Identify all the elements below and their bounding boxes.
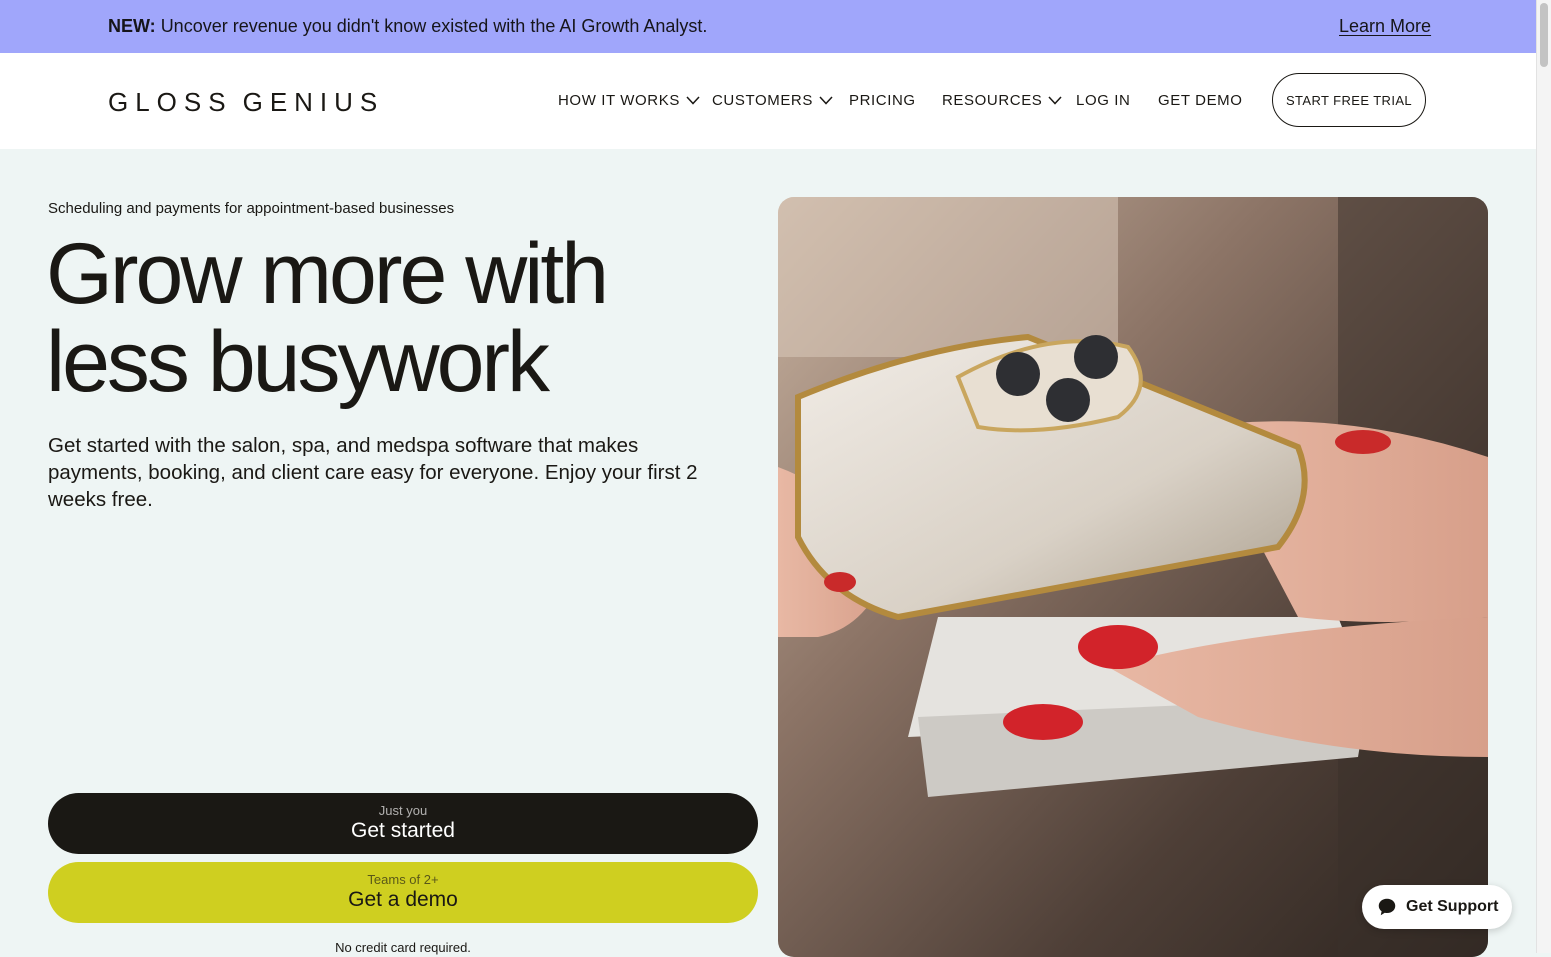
- learn-more-link[interactable]: Learn More: [1339, 16, 1431, 37]
- get-support-button[interactable]: Get Support: [1362, 885, 1512, 929]
- get-a-demo-caption: Teams of 2+: [367, 872, 439, 887]
- chat-bubble-icon: [1378, 898, 1396, 916]
- nav-customers-label: CUSTOMERS: [712, 92, 813, 109]
- top-navigation: GLOSS GENIUS HOW IT WORKS CUSTOMERS PRICI…: [0, 53, 1536, 149]
- nav-resources-label: RESOURCES: [942, 92, 1043, 109]
- chevron-down-icon: [1048, 96, 1062, 105]
- gloss-genius-logo[interactable]: GLOSS GENIUS: [108, 87, 384, 118]
- scrollbar-thumb[interactable]: [1540, 3, 1548, 67]
- nav-log-in[interactable]: LOG IN: [1076, 92, 1130, 109]
- hero-subtext: Get started with the salon, spa, and med…: [48, 434, 698, 511]
- get-a-demo-button[interactable]: Teams of 2+ Get a demo: [48, 862, 758, 923]
- nav-get-demo[interactable]: GET DEMO: [1158, 92, 1243, 109]
- logo-word-1: GLOSS: [108, 87, 233, 117]
- nav-log-in-label: LOG IN: [1076, 92, 1131, 109]
- headline-line-1: Grow more with: [46, 226, 609, 322]
- hero-video-frame: [778, 197, 1488, 957]
- nav-customers[interactable]: CUSTOMERS: [712, 92, 833, 109]
- get-started-label: Get started: [351, 819, 455, 842]
- get-support-label: Get Support: [1406, 898, 1499, 915]
- get-started-caption: Just you: [378, 803, 428, 818]
- hero-eyebrow: Scheduling and payments for appointment-…: [48, 200, 455, 217]
- chevron-down-icon: [819, 96, 833, 105]
- start-free-trial-button[interactable]: START FREE TRIAL: [1272, 73, 1426, 127]
- announcement-message: Uncover revenue you didn't know existed …: [160, 16, 708, 36]
- nav-pricing-label: PRICING: [849, 92, 916, 109]
- headline-line-2: less busywork: [46, 314, 550, 410]
- nav-how-it-works-label: HOW IT WORKS: [558, 92, 680, 109]
- page-scrollbar[interactable]: [1536, 0, 1551, 953]
- nav-get-demo-label: GET DEMO: [1158, 92, 1243, 109]
- announcement-banner: NEW: Uncover revenue you didn't know exi…: [0, 0, 1536, 53]
- hero-headline: Grow more with less busywork: [46, 230, 746, 406]
- announcement-prefix: NEW:: [108, 16, 156, 36]
- hero-video-phone-payment[interactable]: [778, 197, 1488, 957]
- announcement-text: NEW: Uncover revenue you didn't know exi…: [108, 16, 707, 37]
- chevron-down-icon: [686, 96, 700, 105]
- get-a-demo-label: Get a demo: [348, 888, 458, 911]
- logo-word-2: GENIUS: [242, 87, 385, 117]
- nav-how-it-works[interactable]: HOW IT WORKS: [558, 92, 700, 109]
- nav-resources[interactable]: RESOURCES: [942, 92, 1062, 109]
- get-started-button[interactable]: Just you Get started: [48, 793, 758, 854]
- nav-pricing[interactable]: PRICING: [849, 92, 916, 109]
